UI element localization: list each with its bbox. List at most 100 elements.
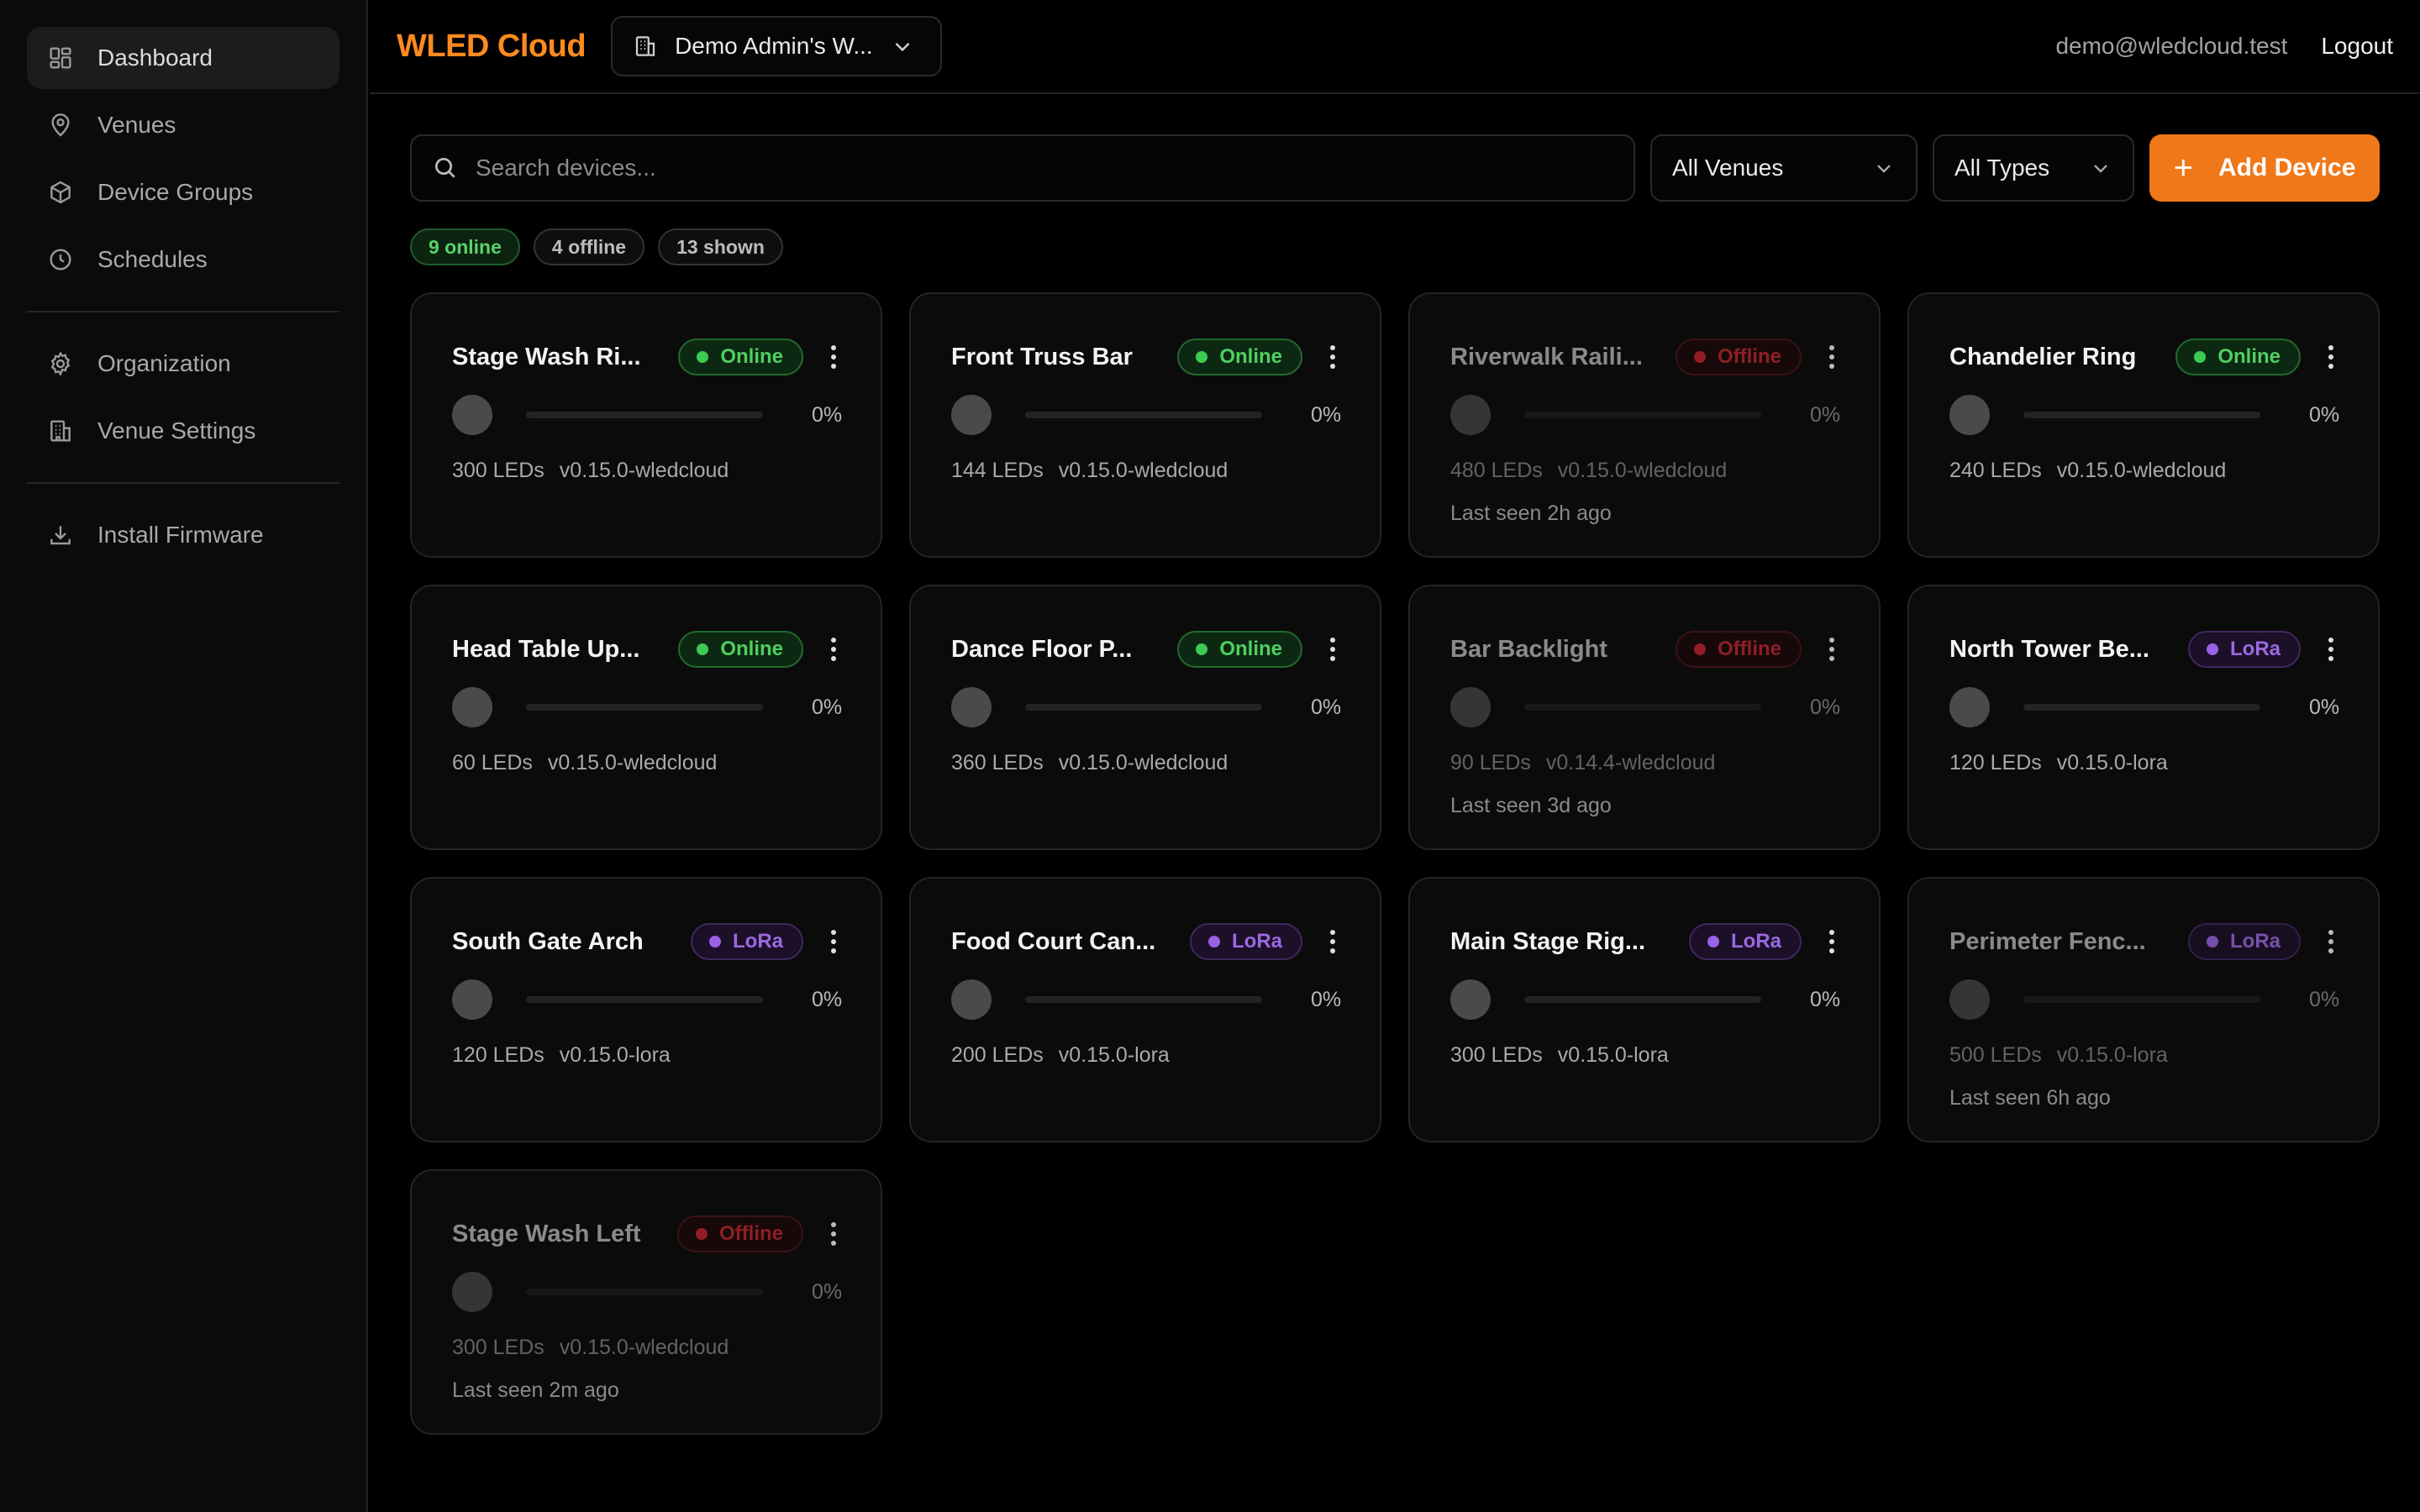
device-controls: 0% [452, 687, 842, 727]
brightness-slider[interactable] [526, 996, 763, 1003]
device-firmware-version: v0.15.0-wledcloud [1557, 459, 1728, 482]
device-status-badge: Offline [677, 1215, 803, 1252]
brightness-slider[interactable] [1524, 996, 1761, 1003]
brightness-slider[interactable] [2023, 412, 2260, 418]
status-dot-icon [2207, 936, 2218, 948]
clock-icon [50, 249, 71, 270]
device-card[interactable]: Dance Floor P... Online 0% 360 LEDs v0.15… [909, 585, 1381, 850]
device-status-badge: LoRa [1190, 923, 1302, 960]
power-toggle[interactable] [1450, 979, 1491, 1020]
brightness-slider[interactable] [1524, 704, 1761, 711]
brightness-slider[interactable] [1025, 412, 1262, 418]
brand-logo[interactable]: WLED Cloud [397, 29, 587, 65]
device-status-badge: Offline [1676, 631, 1802, 668]
device-controls: 0% [1450, 687, 1840, 727]
brightness-value: 0% [2309, 987, 2340, 1011]
brightness-slider[interactable] [2023, 704, 2260, 711]
device-card[interactable]: Riverwalk Raili... Offline 0% 480 LEDs v0… [1408, 292, 1881, 558]
device-name: Stage Wash Ri... [452, 343, 641, 370]
more-options-icon[interactable] [1823, 631, 1840, 668]
power-toggle[interactable] [1949, 395, 1990, 435]
power-toggle[interactable] [452, 687, 492, 727]
more-options-icon[interactable] [1324, 339, 1341, 375]
brightness-slider[interactable] [1025, 704, 1262, 711]
sidebar-item-venue-settings[interactable]: Venue Settings [27, 400, 339, 462]
search-box[interactable] [410, 134, 1635, 202]
device-led-count: 120 LEDs [452, 1043, 544, 1067]
venue-filter-select[interactable]: All Venues [1650, 134, 1918, 202]
device-card[interactable]: Stage Wash Ri... Online 0% 300 LEDs v0.15… [410, 292, 882, 558]
device-card[interactable]: South Gate Arch LoRa 0% 120 LEDs v0.15.0-… [410, 877, 882, 1142]
sidebar-item-organization[interactable]: Organization [27, 333, 339, 395]
device-status-badge: Offline [1676, 339, 1802, 375]
more-options-icon[interactable] [2323, 631, 2339, 668]
power-toggle[interactable] [1949, 979, 1990, 1020]
sidebar-item-install-firmware[interactable]: Install Firmware [27, 504, 339, 566]
shown-count-badge: 13 shown [658, 228, 783, 265]
sidebar-item-venues[interactable]: Venues [27, 94, 339, 156]
sidebar-item-schedules[interactable]: Schedules [27, 228, 339, 291]
more-options-icon[interactable] [825, 923, 842, 960]
brightness-slider[interactable] [526, 412, 763, 418]
workspace-selector[interactable]: Demo Admin's W... [611, 16, 942, 76]
device-toolbar: All Venues All Types + Add Device [410, 134, 2380, 202]
brightness-slider[interactable] [526, 1289, 763, 1295]
more-options-icon[interactable] [825, 1215, 842, 1252]
more-options-icon[interactable] [1823, 923, 1840, 960]
more-options-icon[interactable] [1823, 339, 1840, 375]
status-summary: 9 online 4 offline 13 shown [410, 228, 783, 265]
search-icon [435, 158, 455, 178]
device-card[interactable]: Perimeter Fenc... LoRa 0% 500 LEDs v0.15.… [1907, 877, 2380, 1142]
more-options-icon[interactable] [1324, 631, 1341, 668]
more-options-icon[interactable] [1324, 923, 1341, 960]
device-last-seen: Last seen 6h ago [1949, 1086, 2111, 1110]
device-card[interactable]: Chandelier Ring Online 0% 240 LEDs v0.15.… [1907, 292, 2380, 558]
device-grid: Stage Wash Ri... Online 0% 300 LEDs v0.15… [410, 292, 2380, 1435]
brightness-slider[interactable] [1025, 996, 1262, 1003]
power-toggle[interactable] [951, 979, 992, 1020]
device-status-label: LoRa [2230, 638, 2281, 660]
power-toggle[interactable] [1949, 687, 1990, 727]
device-controls: 0% [1949, 687, 2339, 727]
device-card[interactable]: North Tower Be... LoRa 0% 120 LEDs v0.15.… [1907, 585, 2380, 850]
device-card[interactable]: Stage Wash Left Offline 0% 300 LEDs v0.15… [410, 1169, 882, 1435]
more-options-icon[interactable] [2323, 339, 2339, 375]
brightness-value: 0% [1810, 402, 1841, 427]
device-card[interactable]: Main Stage Rig... LoRa 0% 300 LEDs v0.15.… [1408, 877, 1881, 1142]
search-input[interactable] [476, 155, 1613, 181]
type-filter-select[interactable]: All Types [1933, 134, 2134, 202]
power-toggle[interactable] [951, 395, 992, 435]
device-card[interactable]: Front Truss Bar Online 0% 144 LEDs v0.15.… [909, 292, 1381, 558]
sidebar-item-dashboard[interactable]: Dashboard [27, 27, 339, 89]
device-firmware-version: v0.14.4-wledcloud [1545, 751, 1716, 774]
device-card[interactable]: Head Table Up... Online 0% 60 LEDs v0.15.… [410, 585, 882, 850]
brightness-slider[interactable] [2023, 996, 2260, 1003]
power-toggle[interactable] [452, 1272, 492, 1312]
brightness-value: 0% [1810, 987, 1841, 1011]
add-device-button[interactable]: + Add Device [2149, 134, 2380, 202]
power-toggle[interactable] [951, 687, 992, 727]
device-card-header: Chandelier Ring Online [1949, 338, 2339, 376]
device-last-seen: Last seen 2h ago [1450, 501, 1612, 525]
device-firmware-version: v0.15.0-lora [1557, 1043, 1669, 1067]
power-toggle[interactable] [452, 979, 492, 1020]
device-card[interactable]: Food Court Can... LoRa 0% 200 LEDs v0.15.… [909, 877, 1381, 1142]
more-options-icon[interactable] [825, 339, 842, 375]
more-options-icon[interactable] [2323, 923, 2339, 960]
device-name: Head Table Up... [452, 635, 640, 663]
device-card-header: Head Table Up... Online [452, 630, 842, 669]
power-toggle[interactable] [452, 395, 492, 435]
more-options-icon[interactable] [825, 631, 842, 668]
power-toggle[interactable] [1450, 687, 1491, 727]
online-count-badge: 9 online [410, 228, 520, 265]
device-firmware-version: v0.15.0-lora [2056, 1043, 2168, 1067]
sidebar-item-device-groups[interactable]: Device Groups [27, 161, 339, 223]
power-toggle[interactable] [1450, 395, 1491, 435]
brightness-slider[interactable] [1524, 412, 1761, 418]
device-card[interactable]: Bar Backlight Offline 0% 90 LEDs v0.14.4-… [1408, 585, 1881, 850]
device-led-count: 300 LEDs [452, 1336, 544, 1359]
logout-button[interactable]: Logout [2321, 33, 2393, 60]
device-card-header: Dance Floor P... Online [951, 630, 1341, 669]
device-status-badge: LoRa [2188, 631, 2301, 668]
brightness-slider[interactable] [526, 704, 763, 711]
